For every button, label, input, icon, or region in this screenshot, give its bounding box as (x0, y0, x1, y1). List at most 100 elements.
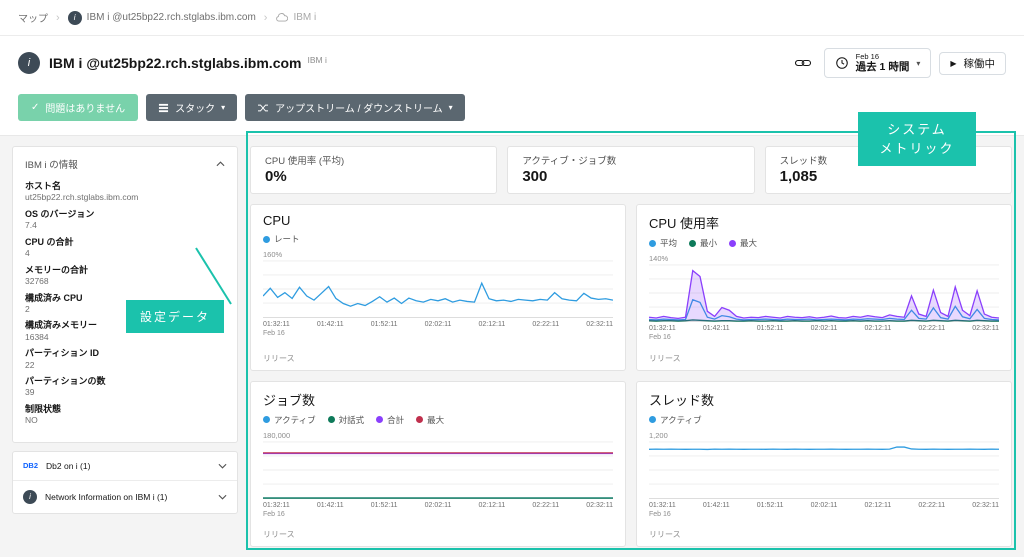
x-tick: 01:52:11 (370, 321, 398, 328)
legend-dot (416, 416, 424, 423)
time-range-label: 過去 1 時間 (855, 61, 910, 74)
y-axis-max-label: 160% (263, 250, 283, 259)
legend-label: 最小 (700, 238, 718, 248)
charts-grid: CPU レート 160% 01:32:11 Feb 16 01:42:11 01:52… (250, 204, 1012, 547)
system-metrics-annotation-label: システム メトリック (858, 112, 976, 166)
no-issues-label: 問題はありません (45, 104, 126, 115)
info-label: 制限状態 (25, 404, 62, 414)
time-range-text: Feb 16 過去 1 時間 (856, 52, 910, 75)
legend-dot (263, 416, 270, 423)
upstream-downstream-icon (258, 104, 269, 111)
chevron-down-icon (218, 463, 227, 469)
legend-item[interactable]: 合計 (376, 414, 404, 426)
chart-card-threads: スレッド数 アクティブ 1,200 01:32:11 Feb 16 01:42:11… (636, 380, 1012, 547)
stack-icon (159, 103, 169, 112)
upstream-downstream-button[interactable]: アップストリーム / ダウンストリーム ▾ (245, 94, 465, 121)
chevron-down-icon: ▾ (221, 103, 226, 112)
info-item: ホスト名 ut25bp22.rch.stglabs.ibm.com (25, 181, 225, 203)
chart-title: CPU 使用率 (649, 216, 720, 231)
chevron-down-icon (218, 494, 227, 500)
chart-legend: アクティブ (649, 414, 999, 426)
no-issues-button[interactable]: ✓ 問題はありません (18, 94, 139, 121)
sidebar-group-network[interactable]: i Network Information on IBM i (1) (13, 479, 237, 513)
ibmi-icon: i (67, 10, 82, 25)
legend-item[interactable]: 平均 (649, 237, 677, 249)
x-tick: 01:42:11 (316, 501, 344, 509)
info-section-header[interactable]: IBM i の情報 (25, 157, 225, 171)
breadcrumb-separator: › (263, 11, 268, 24)
info-item: メモリーの合計 32768 (25, 265, 225, 287)
link-icon (794, 59, 811, 67)
stack-label: スタック (175, 104, 216, 115)
sidebar-groups: DB2 Db2 on i (1) i Network Information o… (12, 450, 238, 514)
metric-card[interactable]: アクティブ・ジョブ数 300 (507, 146, 755, 194)
x-tick: 02:22:11 (918, 501, 946, 509)
info-item: OS のバージョン 7.4 (25, 209, 225, 231)
sidebar: IBM i の情報 ホスト名 ut25bp22.rch.stglabs.ibm.c… (12, 146, 238, 547)
legend-item[interactable]: レート (263, 233, 300, 245)
chart-legend: アクティブ 対話式 合計 最大 (263, 414, 613, 426)
info-label: パーティションの数 (25, 376, 106, 387)
x-axis-ticks: 01:32:11 Feb 16 01:42:11 01:52:11 02:02:11 02… (649, 324, 999, 342)
release-label: リリース (263, 353, 295, 363)
x-tick: 01:52:11 (370, 501, 398, 509)
link-button[interactable] (790, 50, 816, 76)
sidebar-group-db2[interactable]: DB2 Db2 on i (1) (13, 452, 237, 480)
time-range-button[interactable]: Feb 16 過去 1 時間 ▾ (823, 47, 932, 79)
chevron-down-icon: ▾ (448, 103, 453, 112)
content-area: IBM i の情報 ホスト名 ut25bp22.rch.stglabs.ibm.c… (0, 136, 1024, 557)
info-section-title: IBM i の情報 (25, 160, 78, 171)
chart-card-cpu: CPU レート 160% 01:32:11 Feb 16 01:42:11 01:52… (250, 204, 626, 371)
breadcrumb-item-map[interactable]: マップ (18, 10, 48, 25)
metric-card[interactable]: CPU 使用率 (平均) 0% (250, 146, 498, 194)
live-status-button[interactable]: ▶ 稼働中 (939, 51, 1006, 75)
metric-label: アクティブ・ジョブ数 (522, 156, 617, 167)
line-chart[interactable] (263, 260, 613, 318)
x-tick: 02:02:11 (810, 501, 838, 509)
line-chart[interactable] (649, 440, 999, 499)
line-chart[interactable] (649, 264, 999, 322)
x-tick: 01:32:11 Feb 16 (263, 321, 290, 338)
legend-item[interactable]: アクティブ (649, 414, 702, 426)
legend-item[interactable]: 最大 (416, 414, 444, 426)
legend-label: 平均 (660, 238, 678, 248)
info-value: ut25bp22.rch.stglabs.ibm.com (25, 192, 139, 203)
cloud-icon (276, 13, 289, 22)
x-tick: 02:12:11 (478, 321, 506, 328)
y-axis-max-label: 140% (649, 254, 669, 263)
legend-item[interactable]: 対話式 (327, 414, 364, 426)
info-item: CPU の合計 4 (25, 237, 225, 259)
line-chart[interactable] (263, 440, 613, 499)
stack-button[interactable]: スタック ▾ (146, 94, 238, 121)
x-tick: 02:12:11 (478, 501, 506, 509)
legend-item[interactable]: 最小 (689, 237, 717, 249)
breadcrumb-item-host[interactable]: i IBM i @ut25bp22.rch.stglabs.ibm.com (67, 10, 256, 25)
chart-card-jobs: ジョブ数 アクティブ 対話式 合計 最大 180,000 01:32:11 Feb 16… (250, 380, 626, 547)
legend-item[interactable]: アクティブ (263, 414, 316, 426)
x-tick: 01:52:11 (756, 325, 784, 332)
legend-dot (689, 239, 697, 247)
legend-label: アクティブ (660, 414, 702, 425)
legend-label: 最大 (740, 238, 758, 248)
x-tick: 01:42:11 (702, 501, 730, 509)
info-item: 制限状態 NO (25, 404, 225, 426)
info-value: 7.4 (25, 220, 37, 231)
x-axis-ticks: 01:32:11 Feb 16 01:42:11 01:52:11 02:02:11 02… (649, 501, 999, 519)
x-tick: 02:22:11 (918, 325, 946, 332)
info-label: メモリーの合計 (25, 264, 89, 275)
config-data-annotation-label: 設定データ (126, 300, 225, 333)
legend-dot (327, 416, 335, 423)
x-tick: 01:32:11 Feb 16 (263, 501, 290, 518)
time-range-date: Feb 16 (855, 51, 879, 61)
legend-dot (649, 416, 656, 423)
legend-item[interactable]: 最大 (729, 237, 757, 249)
info-value: 4 (25, 248, 30, 258)
metric-label: CPU 使用率 (平均) (265, 156, 345, 167)
info-value: 32768 (25, 275, 49, 286)
db2-logo: DB2 (23, 461, 39, 471)
x-tick: 01:42:11 (316, 321, 344, 328)
release-label: リリース (649, 530, 681, 539)
y-axis-max-label: 1,200 (649, 430, 668, 440)
breadcrumb-item-ibmi[interactable]: IBM i (275, 12, 316, 23)
page-title: IBM i @ut25bp22.rch.stglabs.ibm.com (49, 55, 302, 71)
